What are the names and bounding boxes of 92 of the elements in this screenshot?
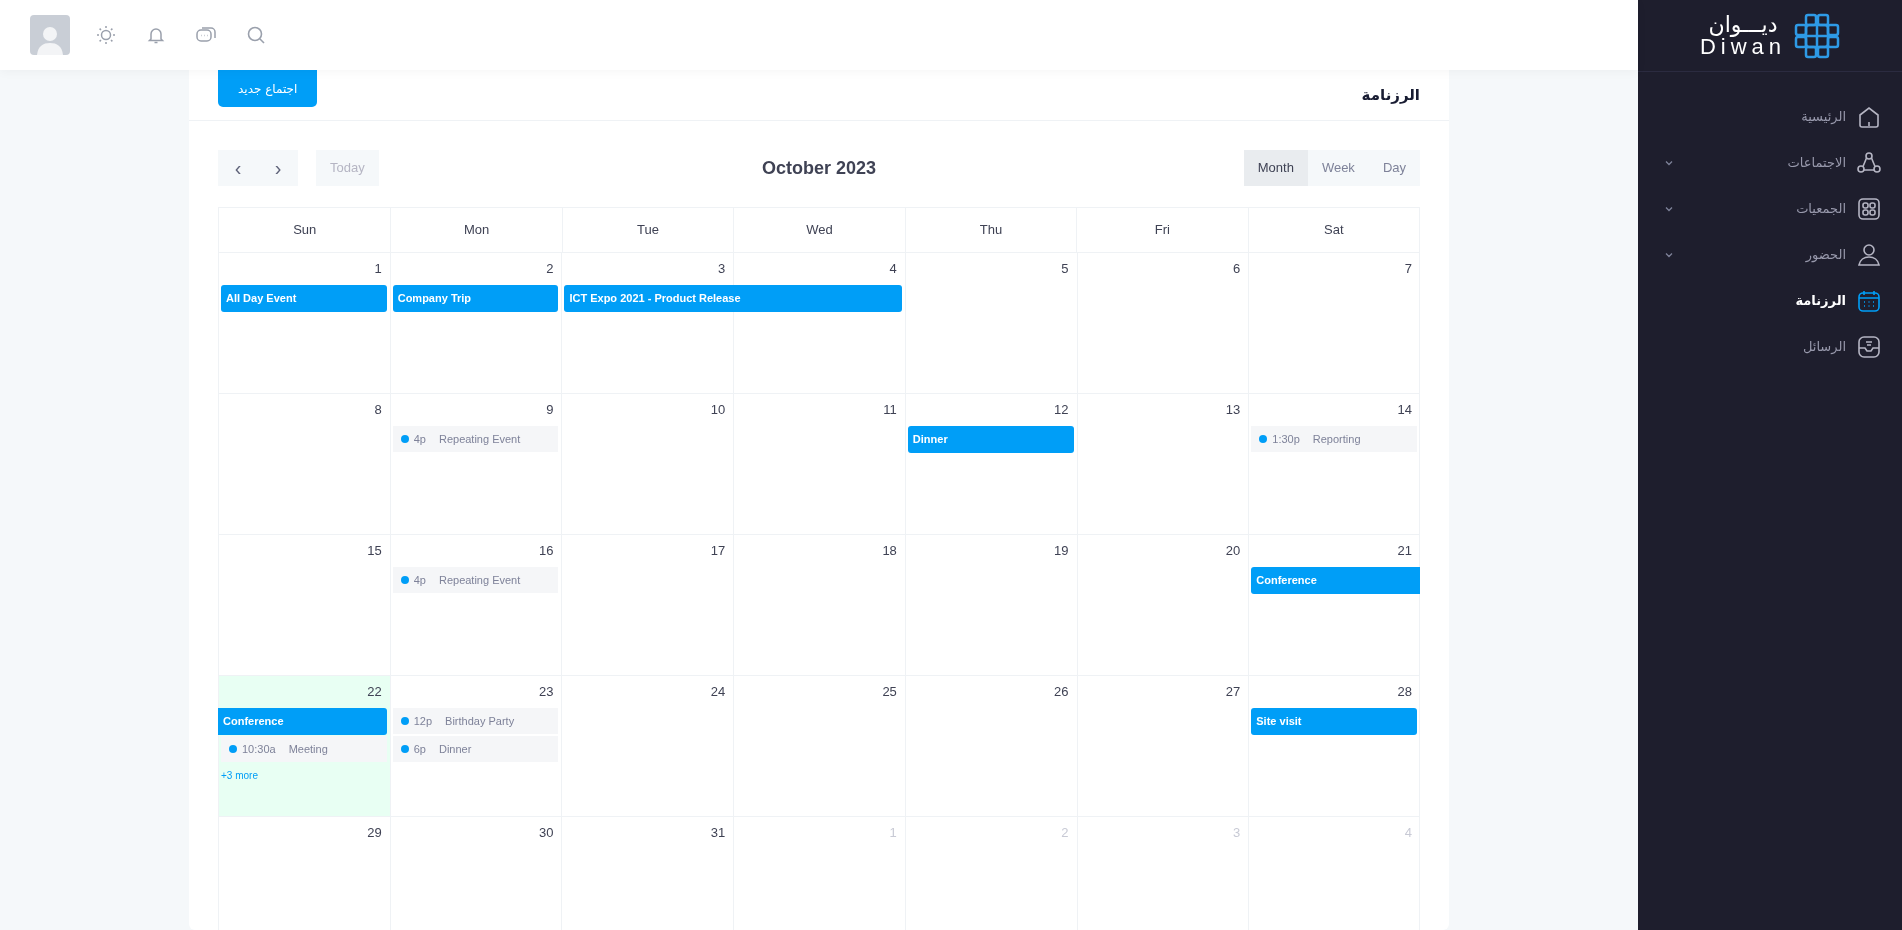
day-number: 1 (374, 260, 383, 278)
day-number: 25 (882, 683, 898, 701)
day-number: 16 (538, 542, 555, 560)
user-icon (1856, 242, 1882, 268)
event-bar[interactable]: Conference (218, 708, 387, 735)
day-number: 17 (710, 542, 727, 560)
event-title: Dinner (438, 741, 472, 757)
inbox-icon (1856, 334, 1882, 360)
event-dot (400, 717, 409, 725)
day-number: 19 (1054, 542, 1070, 560)
view-tab[interactable]: Month (1243, 150, 1308, 186)
calendar-title: October 2023 (761, 156, 877, 180)
day-number: 28 (1397, 683, 1413, 701)
event-item[interactable]: 12p Birthday Party (392, 708, 559, 734)
event-dot (1259, 435, 1268, 443)
event-title: Meeting (288, 741, 328, 757)
view-tab[interactable]: Day (1368, 150, 1420, 186)
day-number: 11 (883, 401, 898, 419)
day-number: 23 (538, 683, 555, 701)
day-number: 2 (546, 260, 555, 278)
sidebar-item[interactable]: الرزنامة (1638, 278, 1902, 324)
day-number: 22 (367, 683, 383, 701)
more-link[interactable]: +3 more (221, 767, 258, 783)
day-number: 26 (1054, 683, 1070, 701)
new-meeting-button[interactable]: اجتماع جديد (218, 70, 318, 107)
event-title: Reporting (1312, 431, 1361, 447)
day-number: 9 (546, 401, 555, 419)
event-bar[interactable]: All Day Event (221, 285, 387, 312)
weekday-header: Wed (733, 208, 905, 252)
sidebar-item[interactable]: الرئيسية (1638, 94, 1902, 140)
day-number: 29 (367, 824, 383, 842)
event-time: 4p (413, 572, 426, 588)
event-title: Repeating Event (438, 572, 521, 588)
event-dot (400, 576, 409, 584)
people-network-icon (1856, 150, 1882, 176)
event-bar[interactable]: Conference (1251, 567, 1420, 594)
event-item[interactable]: 4p Repeating Event (392, 567, 559, 593)
event-bar[interactable]: Site visit (1251, 708, 1417, 735)
calendar-icon (1856, 288, 1882, 314)
next-button[interactable]: › (258, 150, 298, 186)
logo-icon (1794, 12, 1841, 59)
day-number: 20 (1225, 542, 1242, 560)
event-time: 12p (413, 713, 433, 729)
event-item[interactable]: 1:30p Reporting (1251, 426, 1417, 452)
event-dot (229, 745, 237, 753)
weekday-header: Thu (904, 208, 1077, 252)
day-number: 3 (717, 260, 727, 278)
day-number: 13 (1225, 401, 1242, 419)
sidebar-item[interactable]: الحضور (1638, 232, 1902, 278)
day-number: 15 (367, 542, 383, 560)
day-number: 24 (710, 683, 727, 701)
day-number: 21 (1397, 542, 1413, 560)
view-tab[interactable]: Week (1307, 150, 1369, 186)
day-number: 10 (710, 401, 727, 419)
weekday-header: Fri (1076, 208, 1248, 252)
day-number: 18 (882, 542, 898, 560)
event-time: 1:30p (1272, 431, 1300, 447)
day-number: 5 (1061, 260, 1070, 278)
event-dot (400, 435, 409, 443)
event-title: Repeating Event (438, 431, 521, 447)
sidebar-item[interactable]: الرسائل (1638, 324, 1902, 370)
weekday-header: Mon (390, 208, 562, 252)
day-number: 8 (374, 401, 383, 419)
day-number: 6 (1233, 260, 1242, 278)
previous-button[interactable]: ‹ (218, 150, 258, 186)
day-number: 30 (538, 824, 555, 842)
event-dot (400, 745, 409, 753)
event-bar[interactable]: Dinner (907, 426, 1074, 453)
day-number: 7 (1404, 260, 1413, 278)
event-title: Birthday Party (445, 713, 515, 729)
card-title: الرزنامة (1361, 84, 1420, 106)
event-bar[interactable]: Company Trip (392, 285, 559, 312)
day-number: 12 (1054, 401, 1070, 419)
day-number: 31 (710, 824, 727, 842)
event-time: 10:30a (242, 741, 276, 757)
home-icon (1856, 104, 1882, 130)
weekday-header: Sun (292, 221, 318, 240)
sidebar-item[interactable]: الجمعيات (1638, 186, 1902, 232)
weekday-header: Sat (1247, 208, 1419, 252)
weekday-header: Tue (561, 208, 734, 252)
day-number: 14 (1397, 401, 1413, 419)
avatar[interactable] (30, 15, 70, 55)
event-item[interactable]: 4p Repeating Event (392, 426, 559, 452)
day-number: 27 (1225, 683, 1242, 701)
event-time: 4p (413, 431, 426, 447)
event-item[interactable]: 6p Dinner (392, 736, 559, 762)
sidebar-item[interactable]: الاجتماعات (1638, 140, 1902, 186)
grid-icon (1856, 196, 1882, 222)
event-time: 6p (413, 741, 426, 757)
event-bar[interactable]: ICT Expo 2021 - Product Release (564, 285, 902, 312)
day-number: 4 (889, 260, 898, 278)
event-item[interactable]: 10:30a Meeting (221, 736, 387, 762)
